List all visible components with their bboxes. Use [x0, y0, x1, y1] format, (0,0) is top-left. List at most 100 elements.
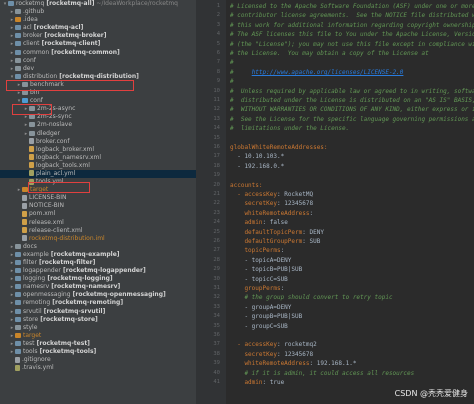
- code-line[interactable]: - topicB=PUB|SUB: [230, 266, 302, 273]
- tree-item[interactable]: ▸ dev: [0, 65, 196, 73]
- code-line[interactable]: - groupC=SUB: [230, 323, 287, 330]
- tree-item[interactable]: ▾ rocketmq [rocketmq-all] ~/IdeaWorkplace…: [0, 0, 196, 8]
- tree-item[interactable]: ▸ 2m-noslave: [0, 121, 196, 129]
- tree-item[interactable]: ▸ docs: [0, 243, 196, 251]
- tree-item-label: NOTICE-BIN: [29, 202, 64, 210]
- folder-icon: [15, 9, 21, 15]
- tree-item[interactable]: release-client.xml: [0, 227, 196, 235]
- code-line[interactable]: # the group should convert to retry topi…: [230, 294, 392, 301]
- code-line[interactable]: # if it is admin, it could access all re…: [230, 370, 414, 377]
- tree-item[interactable]: ▸ example [rocketmq-example]: [0, 251, 196, 259]
- tree-item[interactable]: broker.conf: [0, 138, 196, 146]
- code-line[interactable]: # http://www.apache.org/licenses/LICENSE…: [230, 69, 403, 76]
- tree-item[interactable]: release.xml: [0, 219, 196, 227]
- tree-item[interactable]: ▸ acl [rocketmq-acl]: [0, 24, 196, 32]
- code-line[interactable]: accounts:: [230, 182, 263, 189]
- tree-item[interactable]: pom.xml: [0, 210, 196, 218]
- tree-item[interactable]: logback_namesrv.xml: [0, 154, 196, 162]
- line-number: 1: [216, 3, 220, 9]
- code-line[interactable]: - accessKey: RocketMQ: [230, 191, 313, 198]
- tree-item[interactable]: .gitignore: [0, 356, 196, 364]
- tree-item[interactable]: ▸ srvutil [rocketmq-srvutil]: [0, 308, 196, 316]
- code-line[interactable]: admin: false: [230, 219, 287, 227]
- code-line[interactable]: whiteRemoteAddress: 192.168.1.*: [230, 360, 356, 367]
- tree-item[interactable]: ▾ distribution [rocketmq-distribution]: [0, 73, 196, 81]
- tree-item[interactable]: ▾ conf: [0, 97, 196, 105]
- code-line[interactable]: topicPerms:: [230, 247, 284, 254]
- tree-item[interactable]: ▸ dledger: [0, 130, 196, 138]
- yaml-key: admin: [230, 219, 263, 227]
- code-line[interactable]: # See the License for the specific langu…: [230, 116, 474, 123]
- tree-item[interactable]: ▸ filter [rocketmq-filter]: [0, 259, 196, 267]
- tree-item[interactable]: .travis.yml: [0, 364, 196, 372]
- code-editor[interactable]: 1 2 3 4 5 6 7 8 9 10 11 12 13 14 15 16 17 18 19 20 21 22 23 24 2…: [196, 0, 474, 404]
- code-line[interactable]: - 10.10.103.*: [230, 153, 284, 160]
- tree-item[interactable]: LICENSE-BIN: [0, 194, 196, 202]
- code-line[interactable]: # limitations under the License.: [230, 125, 349, 132]
- license-link[interactable]: http://www.apache.org/licenses/LICENSE-2…: [252, 69, 404, 76]
- code-line[interactable]: #: [230, 78, 234, 85]
- tree-item[interactable]: ▸ bin: [0, 89, 196, 97]
- tree-item[interactable]: NOTICE-BIN: [0, 202, 196, 210]
- tree-item[interactable]: ▸ conf: [0, 57, 196, 65]
- code-line[interactable]: - groupA=DENY: [230, 304, 291, 311]
- code-line[interactable]: # contributor license agreements. See th…: [230, 12, 474, 19]
- tree-item[interactable]: rocketmq-distribution.iml: [0, 235, 196, 243]
- tree-item[interactable]: ▸ style: [0, 324, 196, 332]
- code-line[interactable]: - accessKey: rocketmq2: [230, 341, 317, 348]
- code-line[interactable]: # Licensed to the Apache Software Founda…: [230, 3, 474, 10]
- tree-item[interactable]: ▸ .idea: [0, 16, 196, 24]
- code-line[interactable]: defaultTopicPerm: DENY: [230, 229, 324, 236]
- tree-item[interactable]: ▸ 2m-2s-sync: [0, 113, 196, 121]
- tree-item[interactable]: ▸ logappender [rocketmq-logappender]: [0, 267, 196, 275]
- tree-item-label: store: [23, 315, 39, 323]
- tree-item[interactable]: ▸ target: [0, 186, 196, 194]
- code-line[interactable]: # this work for additional information r…: [230, 22, 474, 29]
- code-line[interactable]: secretKey: 12345678: [230, 200, 313, 207]
- code-line[interactable]: # the License. You may obtain a copy of …: [230, 50, 429, 57]
- yaml-value: true: [266, 379, 285, 386]
- file-icon: [22, 194, 27, 201]
- tree-item[interactable]: ▸ client [rocketmq-client]: [0, 40, 196, 48]
- tree-item[interactable]: ▸ openmessaging [rocketmq-openmessaging]: [0, 291, 196, 299]
- code-line[interactable]: # WITHOUT WARRANTIES OR CONDITIONS OF AN…: [230, 106, 474, 113]
- code-line[interactable]: secretKey: 12345678: [230, 351, 313, 358]
- tree-item[interactable]: ▸ broker [rocketmq-broker]: [0, 32, 196, 40]
- tree-item[interactable]: ▸ tools [rocketmq-tools]: [0, 348, 196, 356]
- tree-item[interactable]: ▸ store [rocketmq-store]: [0, 316, 196, 324]
- code-line[interactable]: whiteRemoteAddress:: [230, 210, 313, 217]
- code-line[interactable]: # distributed under the License is distr…: [230, 97, 474, 104]
- folder-icon: [15, 251, 21, 257]
- tree-item[interactable]: ▸ .github: [0, 8, 196, 16]
- tree-item[interactable]: ▸ benchmark: [0, 81, 196, 89]
- code-line[interactable]: - groupB=PUB|SUB: [230, 313, 302, 320]
- tree-item[interactable]: tools.yml: [0, 178, 196, 186]
- tree-item[interactable]: ▸ logging [rocketmq-logging]: [0, 275, 196, 283]
- code-line[interactable]: - topicC=SUB: [230, 276, 287, 283]
- tree-item-label: dledger: [37, 129, 60, 137]
- tree-item[interactable]: ▸ remoting [rocketmq-remoting]: [0, 299, 196, 307]
- code-line[interactable]: #: [230, 59, 234, 66]
- tree-item[interactable]: ▸ namesrv [rocketmq-namesrv]: [0, 283, 196, 291]
- tree-item[interactable]: logback_broker.xml: [0, 146, 196, 154]
- code-line[interactable]: - topicA=DENY: [230, 257, 291, 264]
- line-number: 41: [213, 379, 220, 385]
- tree-item[interactable]: ▸ 2m-2s-async: [0, 105, 196, 113]
- tree-item[interactable]: ▸ common [rocketmq-common]: [0, 49, 196, 57]
- code-line[interactable]: defaultGroupPerm: SUB: [230, 238, 320, 245]
- code-line[interactable]: - 192.168.0.*: [230, 163, 284, 170]
- code-line[interactable]: # Unless required by applicable law or a…: [230, 88, 474, 95]
- code-line[interactable]: groupPerms:: [230, 285, 284, 292]
- yaml-key: secretKey: [230, 200, 277, 208]
- project-tree-panel[interactable]: ▾ rocketmq [rocketmq-all] ~/IdeaWorkplace…: [0, 0, 196, 404]
- module-name: [rocketmq-acl]: [31, 24, 84, 32]
- code-line[interactable]: # (the "License"); you may not use this …: [230, 41, 474, 48]
- tree-item[interactable]: ▸ target: [0, 332, 196, 340]
- code-line[interactable]: globalWhiteRemoteAddresses:: [230, 144, 328, 151]
- folder-icon: [29, 114, 35, 120]
- code-line[interactable]: # The ASF licenses this file to You unde…: [230, 31, 474, 38]
- tree-item[interactable]: plain_acl.yml: [0, 169, 196, 179]
- code-line[interactable]: admin: true: [230, 379, 284, 386]
- tree-item[interactable]: logback_tools.xml: [0, 162, 196, 170]
- tree-item[interactable]: ▸ test [rocketmq-test]: [0, 340, 196, 348]
